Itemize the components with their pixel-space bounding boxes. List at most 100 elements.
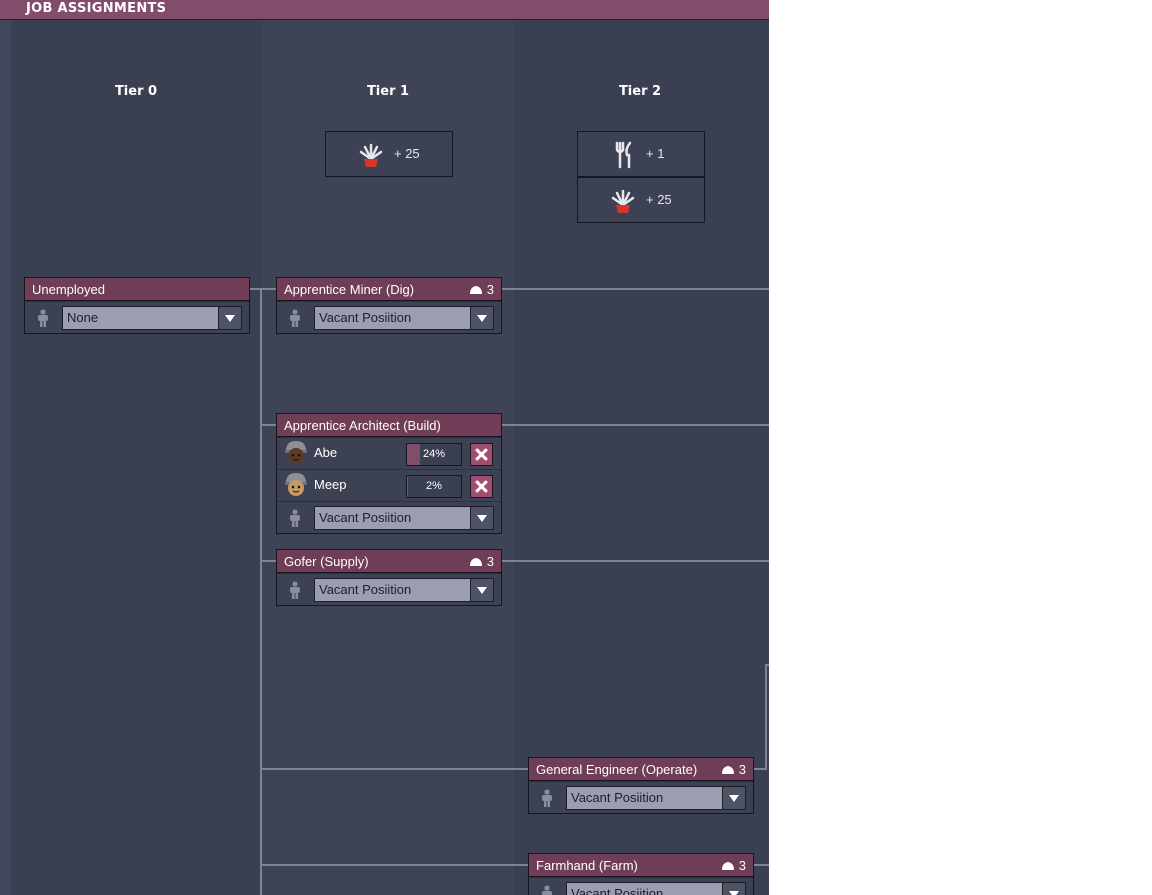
progress-label: 2% — [426, 480, 442, 492]
connector-line — [249, 288, 277, 290]
job-capacity: 3 — [469, 282, 494, 297]
connector-line — [501, 424, 769, 426]
bonus-label: + 25 — [646, 192, 672, 207]
chevron-down-icon[interactable] — [218, 307, 241, 329]
person-silhouette-icon — [290, 509, 300, 527]
capacity-count: 3 — [486, 554, 494, 569]
job-card-general-engineer: General Engineer (Operate) 3 Vacant Posi… — [528, 757, 754, 814]
job-title: General Engineer (Operate) — [536, 762, 698, 777]
job-title: Unemployed — [32, 282, 105, 297]
connector-line — [765, 664, 767, 770]
skill-progress-bar: 2% — [406, 475, 462, 498]
job-title: Apprentice Miner (Dig) — [284, 282, 415, 297]
job-capacity: 3 — [469, 554, 494, 569]
person-silhouette-icon — [290, 581, 300, 599]
connector-line — [753, 864, 769, 866]
job-title: Apprentice Architect (Build) — [284, 418, 441, 433]
job-header: Apprentice Miner (Dig) 3 — [277, 278, 501, 301]
tier-2-heading: Tier 2 — [618, 84, 662, 99]
dropdown-value: Vacant Posiition — [571, 790, 664, 805]
chevron-down-icon[interactable] — [722, 883, 745, 895]
worker-row: Meep 2% — [277, 469, 501, 501]
job-header: Apprentice Architect (Build) — [277, 414, 501, 437]
job-header: Gofer (Supply) 3 — [277, 550, 501, 573]
chevron-down-icon[interactable] — [470, 307, 493, 329]
progress-label: 24% — [422, 448, 446, 460]
dropdown-value: Vacant Posiition — [319, 510, 412, 525]
job-capacity: 3 — [721, 858, 746, 873]
connector-line — [501, 288, 769, 290]
connector-line — [260, 560, 277, 562]
dropdown-value: Vacant Posiition — [319, 310, 412, 325]
person-silhouette-icon — [542, 885, 552, 895]
job-card-gofer: Gofer (Supply) 3 Vacant Posiition — [276, 549, 502, 606]
hard-hat-icon — [721, 862, 734, 870]
job-card-apprentice-architect: Apprentice Architect (Build) Abe 24% Mee… — [276, 413, 502, 534]
tier-0-heading: Tier 0 — [114, 84, 158, 99]
person-silhouette-icon — [38, 309, 48, 327]
chevron-down-icon[interactable] — [470, 507, 493, 529]
tier-1-heading: Tier 1 — [366, 84, 410, 99]
job-capacity: 3 — [721, 762, 746, 777]
person-silhouette-icon — [290, 309, 300, 327]
decor-plant-icon — [359, 143, 383, 167]
hard-hat-icon — [721, 766, 734, 774]
connector-line — [260, 864, 529, 866]
job-slot: None — [25, 301, 249, 333]
connector-line — [765, 664, 769, 666]
assignment-dropdown[interactable]: Vacant Posiition — [314, 306, 494, 330]
job-slot: Vacant Posiition — [529, 877, 753, 895]
assignment-dropdown[interactable]: Vacant Posiition — [314, 506, 494, 530]
job-assignments-panel: JOB ASSIGNMENTS Tier 0 Tier 1 Tier 2 + 2… — [0, 0, 769, 895]
remove-worker-button[interactable] — [470, 443, 493, 466]
job-card-unemployed: Unemployed None — [24, 277, 250, 334]
fork-knife-icon — [615, 141, 632, 169]
hard-hat-icon — [469, 558, 482, 566]
dropdown-value: None — [67, 310, 99, 325]
tier-1-decor-bonus: + 25 — [325, 131, 453, 177]
duplicant-avatar-icon — [285, 473, 307, 496]
dropdown-value: Vacant Posiition — [571, 886, 664, 895]
job-slot: Vacant Posiition — [277, 301, 501, 333]
tier-2-food-bonus: + 1 — [577, 131, 705, 177]
bonus-label: + 1 — [646, 146, 665, 161]
assignment-dropdown[interactable]: Vacant Posiition — [566, 882, 746, 895]
job-card-apprentice-miner: Apprentice Miner (Dig) 3 Vacant Posiitio… — [276, 277, 502, 334]
job-title: Gofer (Supply) — [284, 554, 369, 569]
duplicant-avatar-icon — [285, 441, 307, 464]
worker-name: Abe — [314, 445, 338, 460]
job-header: General Engineer (Operate) 3 — [529, 758, 753, 781]
hard-hat-icon — [469, 286, 482, 294]
job-title: Farmhand (Farm) — [536, 858, 638, 873]
assignment-dropdown[interactable]: Vacant Posiition — [314, 578, 494, 602]
job-slot: Vacant Posiition — [529, 781, 753, 813]
capacity-count: 3 — [738, 858, 746, 873]
chevron-down-icon[interactable] — [470, 579, 493, 601]
connector-line — [260, 424, 277, 426]
remove-worker-button[interactable] — [470, 475, 493, 498]
connector-line — [501, 560, 769, 562]
dropdown-value: Vacant Posiition — [319, 582, 412, 597]
job-header: Unemployed — [25, 278, 249, 301]
worker-row: Abe 24% — [277, 437, 501, 469]
job-header: Farmhand (Farm) 3 — [529, 854, 753, 877]
job-slot: Vacant Posiition — [277, 501, 501, 533]
connector-line — [260, 768, 529, 770]
job-slot: Vacant Posiition — [277, 573, 501, 605]
chevron-down-icon[interactable] — [722, 787, 745, 809]
connector-line — [260, 288, 262, 895]
assignment-dropdown[interactable]: None — [62, 306, 242, 330]
capacity-count: 3 — [486, 282, 494, 297]
capacity-count: 3 — [738, 762, 746, 777]
job-card-farmhand: Farmhand (Farm) 3 Vacant Posiition — [528, 853, 754, 895]
title-bar: JOB ASSIGNMENTS — [0, 0, 769, 20]
person-silhouette-icon — [542, 789, 552, 807]
assignment-dropdown[interactable]: Vacant Posiition — [566, 786, 746, 810]
worker-name: Meep — [314, 477, 347, 492]
panel-title: JOB ASSIGNMENTS — [26, 1, 167, 16]
tier-0-column — [11, 20, 262, 895]
panel-left-edge — [0, 20, 11, 895]
skill-progress-bar: 24% — [406, 443, 462, 466]
decor-plant-icon — [611, 189, 635, 213]
tier-2-decor-bonus: + 25 — [577, 177, 705, 223]
